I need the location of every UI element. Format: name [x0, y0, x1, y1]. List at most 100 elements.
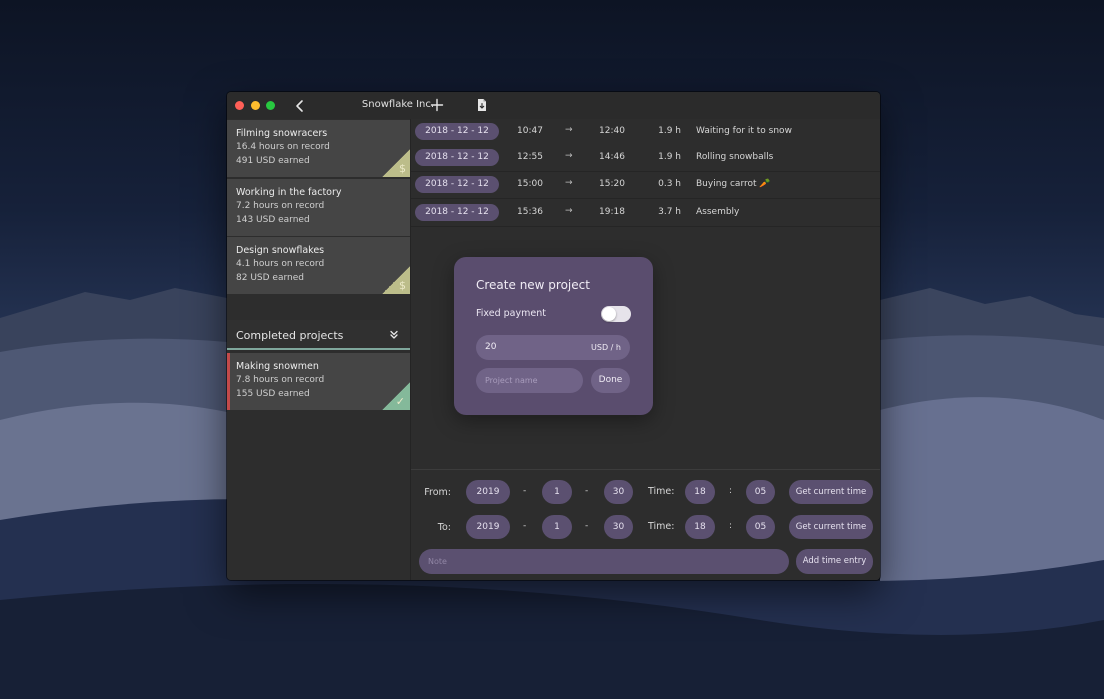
- entry-duration: 1.9 h: [658, 152, 681, 162]
- entry-date: 2018 - 12 - 12: [415, 204, 499, 221]
- date-separator: -: [523, 486, 527, 496]
- entry-start: 15:00: [517, 179, 543, 189]
- document-icon[interactable]: [476, 97, 488, 113]
- time-entry-row[interactable]: 2018 - 12 - 12 15:00 → 15:20 0.3 h Buyin…: [411, 172, 880, 199]
- from-hour-input[interactable]: 18: [685, 480, 715, 504]
- project-name: Filming snowracers: [236, 128, 328, 139]
- time-label: Time:: [648, 521, 675, 532]
- dollar-icon: $: [382, 266, 410, 294]
- entry-start: 15:36: [517, 207, 543, 217]
- time-separator: :: [729, 521, 733, 531]
- project-earned: 82 USD earned: [236, 273, 304, 283]
- add-time-entry-button[interactable]: Add time entry: [796, 549, 873, 574]
- create-project-dialog: Create new project Fixed payment 20 USD …: [454, 257, 653, 415]
- window-title: Snowflake Inc.: [361, 99, 435, 110]
- from-label: From:: [424, 487, 451, 498]
- entry-description: Assembly: [696, 207, 740, 217]
- to-month-input[interactable]: 1: [542, 515, 572, 539]
- entry-end: 12:40: [599, 126, 625, 136]
- badge-symbol: $: [399, 162, 406, 175]
- to-day-input[interactable]: 30: [604, 515, 633, 539]
- note-input[interactable]: [419, 549, 789, 574]
- project-card[interactable]: Working in the factory 7.2 hours on reco…: [227, 179, 410, 236]
- chevron-left-icon[interactable]: [293, 98, 307, 114]
- project-name-input[interactable]: [476, 368, 583, 393]
- to-label: To:: [437, 522, 451, 533]
- entry-duration: 3.7 h: [658, 207, 681, 217]
- active-marker: [227, 353, 230, 410]
- project-hours: 7.2 hours on record: [236, 201, 325, 211]
- minimize-window-button[interactable]: [251, 101, 260, 110]
- project-earned: 155 USD earned: [236, 389, 310, 399]
- time-entry-form: From: 2019 - 1 - 30 Time: 18 : 05 Get cu…: [411, 469, 880, 580]
- fixed-payment-label: Fixed payment: [476, 308, 546, 319]
- arrow-right-icon: →: [565, 125, 573, 135]
- hourly-rate-field[interactable]: 20 USD / h: [476, 335, 630, 360]
- entry-end: 14:46: [599, 152, 625, 162]
- get-current-time-button[interactable]: Get current time: [789, 480, 873, 504]
- to-year-input[interactable]: 2019: [466, 515, 510, 539]
- project-name: Design snowflakes: [236, 245, 325, 256]
- completed-project-card[interactable]: Making snowmen 7.8 hours on record 155 U…: [227, 353, 410, 410]
- date-separator: -: [523, 521, 527, 531]
- project-sidebar: Filming snowracers 16.4 hours on record …: [227, 119, 410, 580]
- project-name: Making snowmen: [236, 361, 319, 372]
- section-divider: [227, 348, 410, 350]
- project-hours: 16.4 hours on record: [236, 142, 330, 152]
- from-year-input[interactable]: 2019: [466, 480, 510, 504]
- arrow-right-icon: →: [565, 206, 573, 216]
- to-hour-input[interactable]: 18: [685, 515, 715, 539]
- done-button[interactable]: Done: [591, 368, 630, 393]
- time-entry-row[interactable]: 2018 - 12 - 12 12:55 → 14:46 1.9 h Rolli…: [411, 145, 880, 172]
- project-card[interactable]: Filming snowracers 16.4 hours on record …: [227, 120, 410, 177]
- fixed-payment-toggle[interactable]: [601, 306, 631, 322]
- project-name: Working in the factory: [236, 187, 342, 198]
- project-earned: 143 USD earned: [236, 215, 310, 225]
- completed-projects-label: Completed projects: [236, 329, 344, 342]
- badge-symbol: $: [399, 279, 406, 292]
- entry-start: 10:47: [517, 126, 543, 136]
- entry-description: Buying carrot 🥕: [696, 179, 771, 189]
- toggle-knob: [602, 307, 616, 321]
- title-bar: Snowflake Inc.: [227, 92, 880, 119]
- completed-projects-toggle[interactable]: Completed projects: [227, 320, 410, 350]
- from-day-input[interactable]: 30: [604, 480, 633, 504]
- entry-duration: 0.3 h: [658, 179, 681, 189]
- from-minute-input[interactable]: 05: [746, 480, 775, 504]
- get-current-time-button[interactable]: Get current time: [789, 515, 873, 539]
- entry-date: 2018 - 12 - 12: [415, 149, 499, 166]
- entry-date: 2018 - 12 - 12: [415, 123, 499, 140]
- app-window: Snowflake Inc. Filming snowracers 16.4 h…: [227, 92, 880, 580]
- entry-description: Waiting for it to snow: [696, 126, 792, 136]
- entry-description: Rolling snowballs: [696, 152, 774, 162]
- badge-symbol: ✓: [395, 395, 405, 408]
- project-earned: 491 USD earned: [236, 156, 310, 166]
- time-label: Time:: [648, 486, 675, 497]
- to-minute-input[interactable]: 05: [746, 515, 775, 539]
- project-card[interactable]: Design snowflakes 4.1 hours on record 82…: [227, 237, 410, 294]
- entry-date: 2018 - 12 - 12: [415, 176, 499, 193]
- arrow-right-icon: →: [565, 151, 573, 161]
- dialog-title: Create new project: [476, 278, 590, 292]
- entry-end: 15:20: [599, 179, 625, 189]
- checkmark-icon: ✓: [382, 382, 410, 410]
- close-window-button[interactable]: [235, 101, 244, 110]
- project-hours: 7.8 hours on record: [236, 375, 325, 385]
- double-chevron-down-icon: [390, 330, 398, 339]
- dollar-icon: $: [382, 149, 410, 177]
- date-separator: -: [585, 521, 589, 531]
- entry-duration: 1.9 h: [658, 126, 681, 136]
- time-entry-row[interactable]: 2018 - 12 - 12 10:47 → 12:40 1.9 h Waiti…: [411, 119, 880, 146]
- entry-start: 12:55: [517, 152, 543, 162]
- time-separator: :: [729, 486, 733, 496]
- plus-icon[interactable]: [430, 97, 444, 113]
- project-hours: 4.1 hours on record: [236, 259, 325, 269]
- zoom-window-button[interactable]: [266, 101, 275, 110]
- rate-value: 20: [485, 342, 497, 352]
- arrow-right-icon: →: [565, 178, 573, 188]
- time-entry-row[interactable]: 2018 - 12 - 12 15:36 → 19:18 3.7 h Assem…: [411, 200, 880, 227]
- date-separator: -: [585, 486, 589, 496]
- from-month-input[interactable]: 1: [542, 480, 572, 504]
- rate-unit: USD / h: [591, 343, 621, 352]
- entry-end: 19:18: [599, 207, 625, 217]
